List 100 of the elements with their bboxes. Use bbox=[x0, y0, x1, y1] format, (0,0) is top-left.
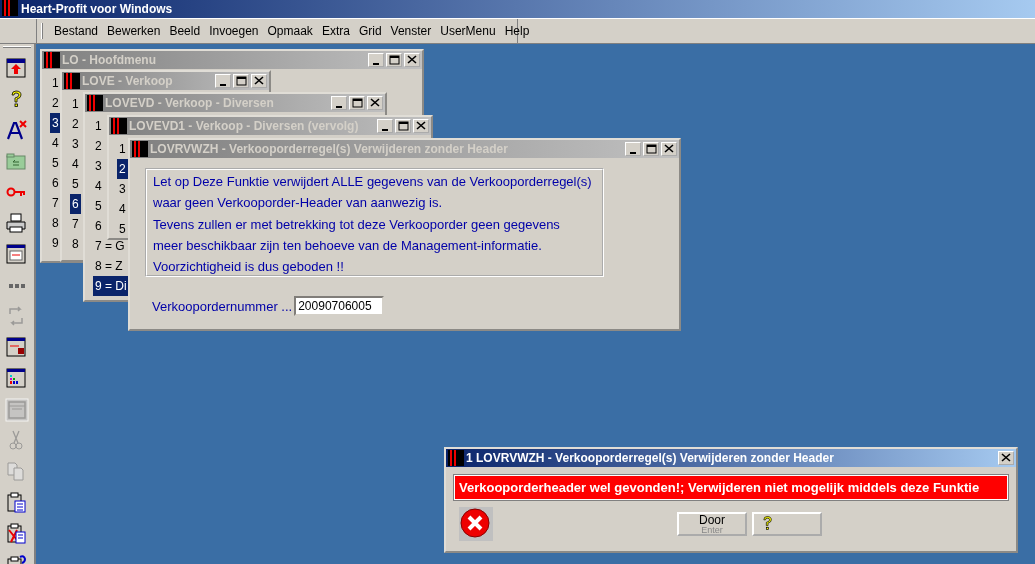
close-button[interactable] bbox=[367, 96, 383, 110]
menu-option[interactable]: 4 bbox=[50, 133, 61, 153]
menu-option[interactable]: 6 bbox=[50, 173, 61, 193]
message-text: Let op Deze Funktie verwijdert ALLE gegevens van de Verkooporderregel(s) bbox=[153, 173, 593, 191]
menu-option[interactable]: 2 bbox=[93, 136, 104, 156]
toolbar-button[interactable] bbox=[5, 336, 29, 360]
menu-option[interactable]: 2 bbox=[117, 159, 128, 179]
toolbar-button[interactable] bbox=[5, 367, 29, 391]
maximize-button[interactable] bbox=[395, 119, 411, 133]
menu-option[interactable]: 2 bbox=[50, 93, 61, 113]
paste-delete-icon bbox=[5, 522, 29, 546]
message-text: waar geen Verkooporder-Header van aanwezig is. bbox=[153, 194, 444, 213]
menu-option[interactable]: 5 bbox=[117, 219, 128, 239]
menu-option[interactable]: 7 bbox=[50, 193, 61, 213]
minimize-button[interactable] bbox=[377, 119, 393, 133]
minimize-icon bbox=[336, 105, 342, 108]
toolbar-button[interactable] bbox=[5, 491, 29, 515]
app-logo-icon bbox=[2, 0, 18, 16]
menu-option[interactable]: 1 bbox=[117, 139, 128, 159]
window-icon bbox=[5, 367, 29, 391]
menu-option[interactable]: 8 = Z bbox=[93, 256, 125, 276]
dots-icon bbox=[9, 284, 25, 288]
minimize-icon bbox=[382, 128, 388, 131]
menu-option[interactable]: 4 bbox=[93, 176, 104, 196]
menu-option[interactable]: 1 bbox=[70, 94, 81, 114]
menu-option[interactable]: 7 bbox=[70, 214, 81, 234]
menu-option[interactable]: 5 bbox=[70, 174, 81, 194]
maximize-icon bbox=[351, 98, 363, 108]
menu-item[interactable]: Help bbox=[501, 24, 533, 38]
menu-item[interactable]: Invoegen bbox=[206, 24, 262, 38]
menu-item[interactable]: Bewerken bbox=[104, 24, 164, 38]
message-text: Voorzichtigheid is dus geboden !! bbox=[153, 258, 345, 277]
menu-option[interactable]: 3 bbox=[93, 156, 104, 176]
paste-icon bbox=[5, 491, 29, 515]
close-icon bbox=[663, 144, 675, 154]
menu-item[interactable]: Venster bbox=[387, 24, 435, 38]
app-title: Heart-Profit voor Windows bbox=[21, 2, 173, 16]
menu-item[interactable]: Grid bbox=[355, 24, 385, 38]
menu-option[interactable]: 1 bbox=[50, 73, 61, 93]
menu-option[interactable]: 3 bbox=[50, 113, 61, 133]
app-logo-icon bbox=[44, 52, 60, 68]
close-button[interactable] bbox=[998, 451, 1014, 465]
close-icon bbox=[369, 98, 381, 108]
toolbar-button[interactable] bbox=[5, 243, 29, 267]
help-button[interactable] bbox=[752, 512, 822, 536]
menu-option[interactable]: 7 = G bbox=[93, 236, 127, 256]
menu-option[interactable]: 8 bbox=[50, 213, 61, 233]
menu-option[interactable]: 9 = Di bbox=[93, 276, 129, 296]
window-icon bbox=[5, 243, 29, 267]
menu-option[interactable]: 5 bbox=[93, 196, 104, 216]
menu-option[interactable]: 6 bbox=[93, 216, 104, 236]
minimize-button[interactable] bbox=[368, 53, 384, 67]
menu-option[interactable]: 3 bbox=[117, 179, 128, 199]
message-text: meer beschikbaar zijn ten behoeve van de Management-informatie. bbox=[153, 236, 543, 255]
app-logo-icon bbox=[111, 118, 127, 134]
toolbar-button[interactable] bbox=[5, 57, 29, 81]
menu-item[interactable]: Bestand bbox=[51, 24, 102, 38]
window-title: 1 LOVRVWZH - Verkooporderregel(s) Verwijderen zonder Header bbox=[466, 451, 835, 465]
maximize-button[interactable] bbox=[349, 96, 365, 110]
field-label: Verkoopordernummer ... bbox=[152, 298, 293, 314]
app-logo-icon bbox=[132, 141, 148, 157]
menu-option[interactable]: 2 bbox=[70, 114, 81, 134]
menu-item[interactable]: UserMenu bbox=[437, 24, 499, 38]
window-title: LO - Hoofdmenu bbox=[62, 53, 157, 67]
maximize-button[interactable] bbox=[643, 142, 659, 156]
maximize-button[interactable] bbox=[233, 74, 249, 88]
menu-option[interactable]: 8 bbox=[70, 234, 81, 254]
menu-option[interactable]: 4 bbox=[117, 199, 128, 219]
continue-button[interactable]: Door Enter bbox=[677, 512, 747, 536]
menu-option[interactable]: 9 bbox=[50, 233, 61, 253]
close-button[interactable] bbox=[661, 142, 677, 156]
menu-option[interactable]: 5 bbox=[50, 153, 61, 173]
close-button[interactable] bbox=[251, 74, 267, 88]
window-icon bbox=[5, 57, 29, 81]
close-button[interactable] bbox=[413, 119, 429, 133]
error-message: Verkooporderheader wel gevonden!; Verwijderen niet mogelijk middels deze Funktie bbox=[455, 476, 1007, 499]
minimize-button[interactable] bbox=[215, 74, 231, 88]
menu-option[interactable]: 6 bbox=[70, 194, 81, 214]
menu-option[interactable]: 1 bbox=[93, 116, 104, 136]
message-text: Tevens zullen er met betrekking tot deze Verkooporder geen gegevens bbox=[153, 215, 561, 234]
minimize-icon bbox=[220, 83, 226, 86]
menu-item[interactable]: Beeld bbox=[166, 24, 204, 38]
order-number-field[interactable]: 20090706005 bbox=[294, 296, 385, 316]
window-icon bbox=[5, 336, 29, 360]
maximize-button[interactable] bbox=[386, 53, 402, 67]
menu-option[interactable]: 3 bbox=[70, 134, 81, 154]
menu-item[interactable]: Extra bbox=[318, 24, 353, 38]
menu-item[interactable]: Opmaak bbox=[264, 24, 316, 38]
maximize-icon bbox=[235, 76, 247, 86]
toolbar-button[interactable] bbox=[5, 522, 29, 546]
close-icon bbox=[1000, 453, 1012, 463]
error-icon bbox=[459, 507, 493, 541]
close-button[interactable] bbox=[404, 53, 420, 67]
maximize-icon bbox=[645, 144, 657, 154]
toolbar-button[interactable] bbox=[5, 212, 29, 236]
close-icon bbox=[406, 55, 418, 65]
minimize-button[interactable] bbox=[625, 142, 641, 156]
menu-option[interactable]: 4 bbox=[70, 154, 81, 174]
app-logo-icon bbox=[64, 73, 80, 89]
minimize-button[interactable] bbox=[331, 96, 347, 110]
